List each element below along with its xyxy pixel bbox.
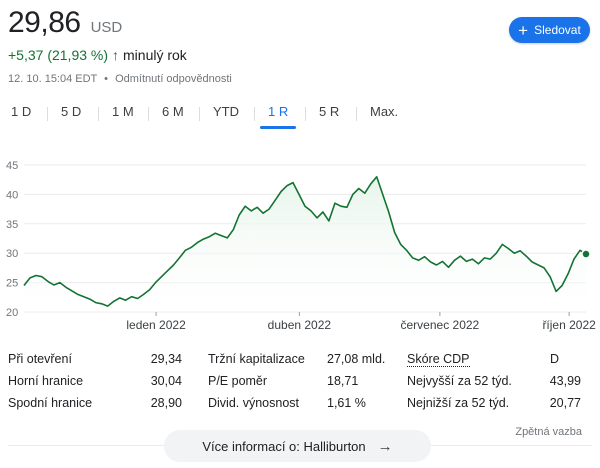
tab-divider	[254, 107, 255, 121]
stat-value-52w-high: 43,99	[549, 374, 581, 388]
timestamp: 12. 10. 15:04 EDT	[8, 73, 98, 85]
plus-icon: +	[518, 20, 529, 40]
key-stats: Při otevření 29,34 Horní hranice 30,04 S…	[0, 348, 600, 418]
y-tick-label: 45	[6, 160, 18, 172]
y-tick-label: 35	[6, 219, 18, 231]
tab-ytd[interactable]: YTD	[213, 104, 239, 119]
arrow-right-icon: →	[377, 437, 393, 455]
price-chart-svg[interactable]: 20 25 30 35 40 45 leden 2022 duben 2022 červenec…	[0, 150, 600, 335]
price-chart[interactable]: 20 25 30 35 40 45 leden 2022 duben 2022 červenec…	[0, 150, 600, 335]
stat-label-low: Spodní hranice	[8, 396, 93, 410]
current-price: 29,86	[8, 6, 81, 39]
x-tick-label: říjen 2022	[542, 318, 596, 332]
x-tick-label: červenec 2022	[401, 318, 480, 332]
tab-5r[interactable]: 5 R	[319, 104, 339, 119]
x-tick-label: leden 2022	[126, 318, 186, 332]
last-price-dot	[581, 249, 591, 259]
tab-6m[interactable]: 6 M	[162, 104, 184, 119]
stat-label-52w-low: Nejnižší za 52 týd.	[407, 396, 510, 410]
tab-divider	[98, 107, 99, 121]
tab-divider	[148, 107, 149, 121]
range-tabs: 1 D 5 D 1 M 6 M YTD 1 R 5 R Max.	[0, 100, 600, 130]
stat-label-high: Horní hranice	[8, 374, 84, 388]
y-tick-label: 25	[6, 278, 18, 290]
tab-5d[interactable]: 5 D	[61, 104, 81, 119]
stat-label-dividend: Divid. výnosnost	[208, 396, 300, 410]
currency-label: USD	[90, 19, 123, 36]
stat-value-cdp: D	[550, 352, 560, 366]
change-period: minulý rok	[123, 47, 187, 63]
active-tab-indicator	[260, 126, 296, 129]
tab-divider	[356, 107, 357, 121]
stat-value-high: 30,04	[150, 374, 182, 388]
tab-1r[interactable]: 1 R	[268, 104, 288, 119]
separator-dot: •	[104, 73, 109, 85]
stat-label-pe: P/E poměr	[208, 374, 268, 388]
stat-value-dividend: 1,61 %	[327, 396, 366, 410]
follow-button-label: Sledovat	[534, 23, 581, 37]
tab-divider	[305, 107, 306, 121]
y-tick-label: 40	[6, 189, 18, 201]
stat-value-low: 28,90	[150, 396, 182, 410]
tab-1m[interactable]: 1 M	[112, 104, 134, 119]
y-tick-label: 20	[6, 307, 18, 319]
price-header: 29,86 USD	[8, 6, 122, 40]
arrow-up-icon: ↑	[112, 47, 120, 63]
disclaimer-link[interactable]: Odmítnutí odpovědnosti	[115, 73, 232, 85]
stat-value-pe: 18,71	[327, 374, 359, 388]
stat-label-open: Při otevření	[8, 352, 72, 366]
y-tick-label: 30	[6, 248, 18, 260]
stat-value-mktcap: 27,08 mld.	[327, 352, 386, 366]
quote-meta: 12. 10. 15:04 EDT • Odmítnutí odpovědnos…	[8, 73, 232, 85]
more-info-button[interactable]: Více informací o: Halliburton →	[164, 430, 431, 462]
price-change: +5,37 (21,93 %) ↑ minulý rok	[8, 47, 187, 63]
stat-label-cdp[interactable]: Skóre CDP	[407, 352, 470, 367]
tab-divider	[47, 107, 48, 121]
stat-label-mktcap: Tržní kapitalizace	[208, 352, 305, 366]
tab-divider	[199, 107, 200, 121]
follow-button[interactable]: + Sledovat	[509, 17, 590, 43]
tab-1d[interactable]: 1 D	[11, 104, 31, 119]
x-tick-label: duben 2022	[268, 318, 332, 332]
more-info-label: Více informací o: Halliburton	[202, 438, 366, 454]
stat-value-open: 29,34	[150, 352, 182, 366]
stat-value-52w-low: 20,77	[549, 396, 581, 410]
feedback-link[interactable]: Zpětná vazba	[515, 426, 582, 438]
tab-max[interactable]: Max.	[370, 104, 398, 119]
change-value: +5,37 (21,93 %)	[8, 47, 109, 63]
stat-label-52w-high: Nejvyšší za 52 týd.	[407, 374, 512, 388]
